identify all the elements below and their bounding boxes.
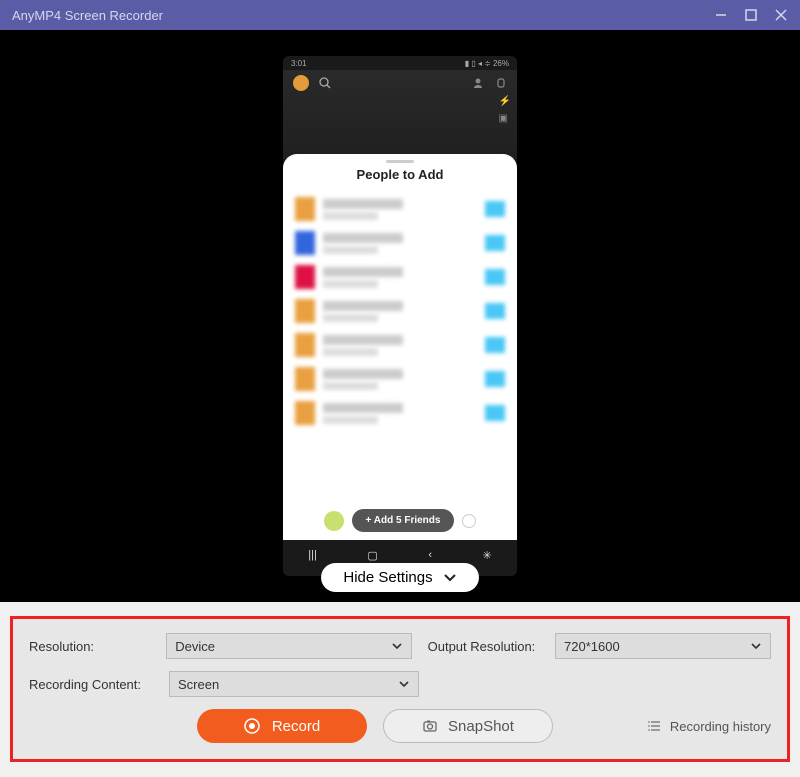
recording-content-label: Recording Content: [29,677,169,692]
recording-history-link[interactable]: Recording history [648,719,771,734]
camera-tools: ⚡ ▣ [499,96,511,124]
search-icon [319,77,331,89]
list-item [283,294,517,328]
flip-icon [495,77,507,89]
list-item [283,260,517,294]
resolution-value: Device [175,639,215,654]
preview-area: 3:01 ▮ ▯ ◂ ≑26% ⚡ ▣ People to Add [0,30,800,602]
snapshot-button[interactable]: SnapShot [383,709,553,743]
list-item [283,396,517,430]
list-item [283,192,517,226]
record-button[interactable]: Record [197,709,367,743]
status-time: 3:01 [291,59,307,68]
output-resolution-label: Output Resolution: [428,639,555,654]
avatar [324,511,344,531]
window-controls [714,8,788,22]
settings-panel: Resolution: Device Output Resolution: 72… [10,616,790,762]
sheet-bottom: + Add 5 Friends [283,509,517,532]
back-icon[interactable]: ‹ [428,549,432,561]
list-item [283,362,517,396]
minimize-icon[interactable] [714,8,728,22]
titlebar: AnyMP4 Screen Recorder [0,0,800,30]
list-item [283,226,517,260]
resolution-label: Resolution: [29,639,166,654]
camera-icon [422,718,438,734]
chevron-down-icon [750,640,762,652]
sheet-title: People to Add [283,167,517,182]
output-resolution-value: 720*1600 [564,639,620,654]
sheet-handle[interactable] [386,160,414,163]
add-friend-icon [473,77,485,89]
snap-toolbar [283,70,517,96]
home-icon[interactable]: ▢ [367,549,377,562]
close-icon[interactable] [774,8,788,22]
assistant-icon[interactable]: ✳ [483,549,492,562]
video-icon: ▣ [499,113,511,124]
chevron-down-icon [443,571,457,585]
app-title: AnyMP4 Screen Recorder [12,8,714,23]
recording-content-value: Screen [178,677,219,692]
recording-history-label: Recording history [670,719,771,734]
phone-mirror: 3:01 ▮ ▯ ◂ ≑26% ⚡ ▣ People to Add [283,56,517,576]
profile-icon [293,75,309,91]
hide-settings-label: Hide Settings [343,569,432,586]
list-icon [648,719,662,733]
resolution-select[interactable]: Device [166,633,411,659]
record-icon [244,718,260,734]
recording-content-select[interactable]: Screen [169,671,419,697]
record-label: Record [272,718,320,735]
recent-icon[interactable]: ||| [308,549,317,561]
phone-statusbar: 3:01 ▮ ▯ ◂ ≑26% [283,56,517,70]
snapshot-label: SnapShot [448,718,514,735]
maximize-icon[interactable] [744,8,758,22]
selection-circle [462,514,476,528]
output-resolution-select[interactable]: 720*1600 [555,633,771,659]
chevron-down-icon [398,678,410,690]
flash-icon: ⚡ [499,96,511,107]
status-battery: 26% [493,59,509,68]
list-item [283,328,517,362]
add-friends-button[interactable]: + Add 5 Friends [352,509,455,532]
hide-settings-wrap: Hide Settings [0,563,800,592]
people-sheet: People to Add + Add 5 Friends [283,154,517,540]
snap-top: ⚡ ▣ [283,70,517,158]
chevron-down-icon [391,640,403,652]
hide-settings-button[interactable]: Hide Settings [321,563,478,592]
